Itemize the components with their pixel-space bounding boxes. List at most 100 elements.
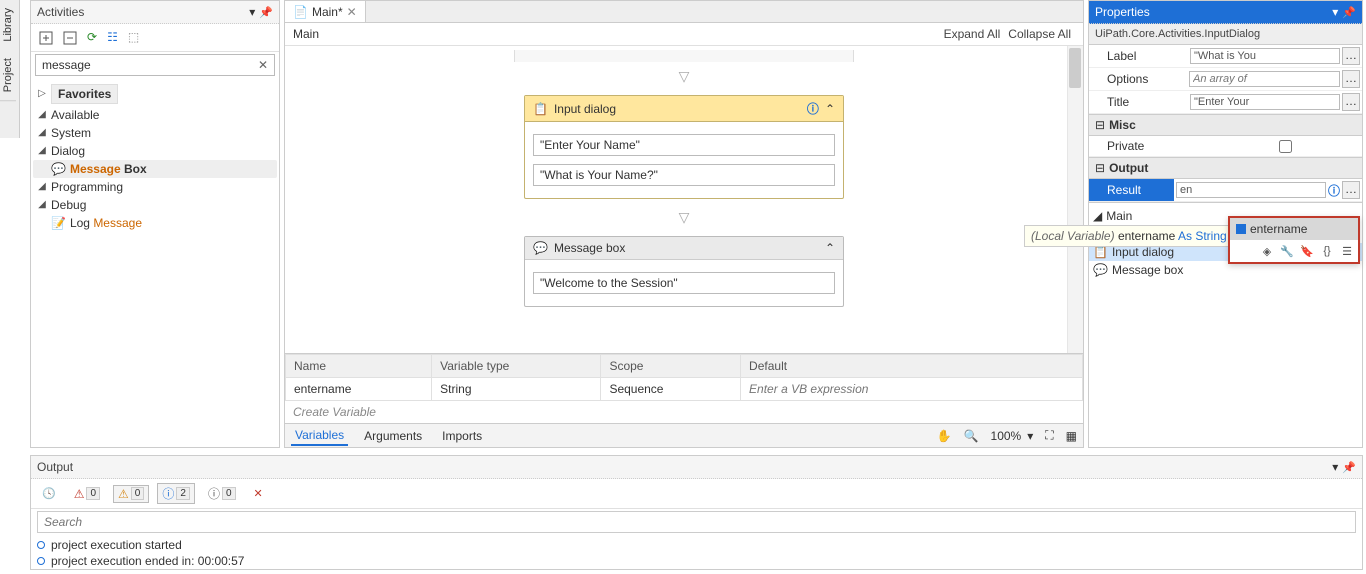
- log-line[interactable]: project execution started: [37, 537, 1356, 553]
- outline-main[interactable]: Main: [1106, 209, 1132, 223]
- collapse-cat-icon[interactable]: ⊟: [1095, 161, 1105, 175]
- collapse-activity-icon[interactable]: ⌃: [825, 241, 835, 255]
- sidebar-tab-project[interactable]: Project: [0, 50, 16, 101]
- variable-row[interactable]: entername String Sequence: [286, 378, 1083, 401]
- isense-filter-icon[interactable]: ◈: [1260, 244, 1274, 258]
- var-type-cell[interactable]: String: [432, 378, 601, 401]
- activity-input-dialog[interactable]: 📋 Input dialog ⓘ ⌃: [524, 95, 844, 199]
- collapse-icon[interactable]: ◢: [37, 199, 47, 210]
- vertical-scrollbar[interactable]: [1067, 46, 1083, 353]
- col-scope[interactable]: Scope: [601, 355, 741, 378]
- isense-tag-icon[interactable]: 🔖: [1300, 244, 1314, 258]
- clock-filter-button[interactable]: 🕓: [37, 485, 61, 502]
- pin-icon[interactable]: 📌: [1342, 461, 1356, 474]
- error-filter-button[interactable]: ⚠0: [69, 485, 105, 503]
- tab-variables[interactable]: Variables: [291, 426, 348, 446]
- tab-imports[interactable]: Imports: [438, 427, 486, 445]
- create-variable-link[interactable]: Create Variable: [285, 401, 1083, 423]
- activities-title: Activities: [37, 5, 245, 19]
- tree-system[interactable]: System: [51, 126, 91, 140]
- overview-icon[interactable]: ▦: [1066, 429, 1077, 443]
- output-search-input[interactable]: [37, 511, 1356, 533]
- message-box-text-field[interactable]: [533, 272, 835, 294]
- input-dialog-label-field[interactable]: [533, 164, 835, 186]
- prop-private-checkbox[interactable]: [1211, 140, 1360, 153]
- refresh-icon[interactable]: ⟳: [87, 30, 97, 44]
- pin-icon[interactable]: 📌: [1342, 6, 1356, 19]
- var-default-input[interactable]: [749, 382, 1074, 396]
- prop-label-input[interactable]: [1190, 48, 1340, 64]
- clear-search-icon[interactable]: ✕: [252, 56, 274, 74]
- expand-all-link[interactable]: Expand All: [940, 27, 1005, 41]
- tab-main[interactable]: 📄 Main* ✕: [285, 1, 366, 22]
- expand-icon[interactable]: ▷: [37, 88, 47, 99]
- zoom-value[interactable]: 100%: [991, 429, 1022, 443]
- tree-dialog[interactable]: Dialog: [51, 144, 85, 158]
- tab-arguments[interactable]: Arguments: [360, 427, 426, 445]
- ellipsis-button[interactable]: …: [1342, 93, 1360, 111]
- expand-all-icon[interactable]: [39, 30, 53, 45]
- collapse-icon[interactable]: ◢: [37, 145, 47, 156]
- pan-icon[interactable]: ✋: [937, 429, 952, 443]
- sidebar-tab-library[interactable]: Library: [0, 0, 16, 50]
- zoom-dropdown-icon[interactable]: ▾: [1027, 429, 1033, 443]
- warn-filter-button[interactable]: ⚠0: [113, 485, 149, 503]
- isense-braces-icon[interactable]: {}: [1320, 244, 1334, 258]
- designer-panel: 📄 Main* ✕ Main Expand All Collapse All ▽…: [284, 0, 1084, 448]
- ellipsis-button[interactable]: …: [1342, 181, 1360, 199]
- info-icon[interactable]: ⓘ: [1328, 182, 1340, 199]
- activities-menu-icon[interactable]: ▾: [249, 5, 255, 19]
- tree-debug[interactable]: Debug: [51, 198, 86, 212]
- fit-screen-icon[interactable]: ⛶: [1045, 428, 1053, 443]
- ellipsis-button[interactable]: …: [1342, 47, 1360, 65]
- collapse-icon[interactable]: ◢: [37, 181, 47, 192]
- intellisense-item[interactable]: entername: [1230, 218, 1358, 240]
- isense-list-icon[interactable]: ☰: [1340, 244, 1354, 258]
- info-filter-button[interactable]: ⓘ2: [157, 483, 195, 504]
- log-line[interactable]: project execution ended in: 00:00:57: [37, 553, 1356, 569]
- pin-icon[interactable]: 📌: [259, 6, 273, 19]
- collapse-icon[interactable]: ◢: [37, 109, 47, 120]
- tree-log-message[interactable]: Log Message: [70, 216, 142, 230]
- collapse-icon[interactable]: ◢: [37, 127, 47, 138]
- collapse-all-link[interactable]: Collapse All: [1004, 27, 1075, 41]
- tree-icon[interactable]: ☷: [107, 30, 118, 44]
- prop-options-input[interactable]: [1189, 71, 1340, 87]
- properties-title: Properties: [1095, 5, 1328, 19]
- trace-filter-button[interactable]: ⓘ0: [203, 483, 241, 504]
- info-icon[interactable]: ⓘ: [807, 100, 819, 117]
- clear-output-button[interactable]: ✕: [249, 485, 268, 502]
- var-name-cell[interactable]: entername: [286, 378, 432, 401]
- col-default[interactable]: Default: [741, 355, 1083, 378]
- output-menu-icon[interactable]: ▾: [1332, 460, 1338, 474]
- col-type[interactable]: Variable type: [432, 355, 601, 378]
- col-name[interactable]: Name: [286, 355, 432, 378]
- collapse-all-icon[interactable]: [63, 30, 77, 45]
- prop-title-input[interactable]: [1190, 94, 1340, 110]
- outline-message-box[interactable]: Message box: [1112, 263, 1183, 277]
- activity-message-box[interactable]: 💬 Message box ⌃: [524, 236, 844, 307]
- prop-title: Title: [1089, 92, 1188, 112]
- tree-available[interactable]: Available: [51, 108, 99, 122]
- breadcrumb-main[interactable]: Main: [293, 27, 319, 41]
- ellipsis-button[interactable]: …: [1342, 70, 1360, 88]
- isense-wrench-icon[interactable]: 🔧: [1280, 244, 1294, 258]
- var-scope-cell[interactable]: Sequence: [601, 378, 741, 401]
- tree-message-box[interactable]: Message Box: [70, 162, 147, 176]
- prop-result-input[interactable]: [1176, 182, 1326, 198]
- outline-input-dialog[interactable]: Input dialog: [1112, 245, 1174, 259]
- properties-menu-icon[interactable]: ▾: [1332, 5, 1338, 19]
- tree-programming[interactable]: Programming: [51, 180, 123, 194]
- zoom-icon[interactable]: 🔍: [964, 429, 979, 443]
- designer-canvas[interactable]: ▽ 📋 Input dialog ⓘ ⌃ ▽ 💬 Message box: [285, 46, 1083, 353]
- collapse-activity-icon[interactable]: ⌃: [825, 102, 835, 116]
- tree-favorites[interactable]: Favorites: [51, 84, 118, 104]
- package-icon[interactable]: ⬚: [128, 30, 139, 44]
- activities-search-input[interactable]: [36, 55, 252, 75]
- output-log: project execution started project execut…: [31, 535, 1362, 569]
- collapse-icon[interactable]: ◢: [1093, 209, 1102, 223]
- collapse-cat-icon[interactable]: ⊟: [1095, 118, 1105, 132]
- input-dialog-title-field[interactable]: [533, 134, 835, 156]
- cat-output: Output: [1109, 161, 1148, 175]
- close-tab-icon[interactable]: ✕: [347, 5, 357, 19]
